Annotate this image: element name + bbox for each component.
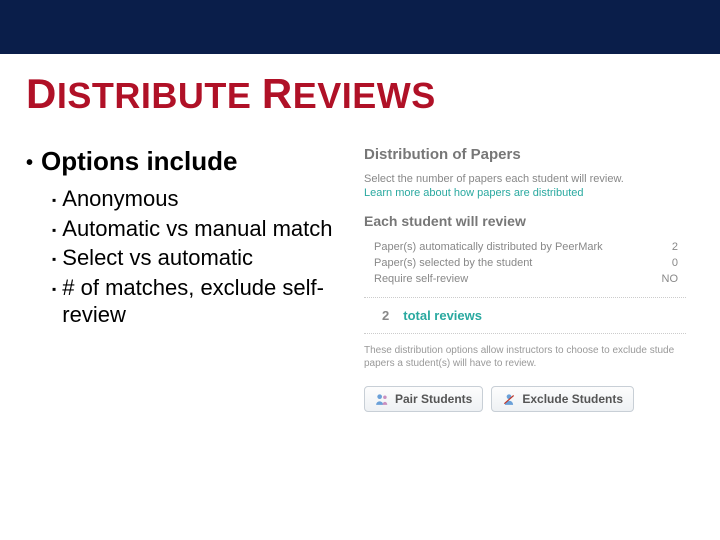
- top-bar: [0, 0, 720, 54]
- panel-learn-more-link[interactable]: Learn more about how papers are distribu…: [364, 187, 686, 199]
- dashed-separator: [364, 333, 686, 334]
- title-istribute: ISTRIBUTE: [57, 75, 252, 116]
- bullet-square-icon: ▪: [52, 193, 56, 213]
- panel-row: Paper(s) automatically distributed by Pe…: [364, 239, 686, 255]
- exclude-button-label: Exclude Students: [522, 392, 623, 406]
- panel-section-heading: Each student will review: [364, 213, 686, 229]
- pair-icon: [375, 392, 389, 406]
- panel-row-label: Paper(s) selected by the student: [374, 257, 532, 269]
- button-row: Pair Students Exclude Students: [364, 386, 686, 412]
- panel-row-value: 0: [672, 257, 686, 269]
- subitem-text: Anonymous: [62, 185, 356, 213]
- title-eviews: EVIEWS: [293, 75, 436, 116]
- slide-title: DISTRIBUTE REVIEWS: [26, 70, 694, 118]
- left-column: • Options include ▪ Anonymous ▪ Automati…: [26, 146, 356, 412]
- total-row: 2 total reviews: [364, 308, 686, 323]
- total-number: 2: [382, 308, 389, 323]
- panel-title: Distribution of Papers: [364, 146, 686, 163]
- exclude-students-button[interactable]: Exclude Students: [491, 386, 634, 412]
- options-sublist: ▪ Anonymous ▪ Automatic vs manual match …: [26, 185, 356, 329]
- total-label: total reviews: [403, 308, 482, 323]
- subitem-text: Automatic vs manual match: [62, 215, 356, 243]
- subitem: ▪ Select vs automatic: [52, 244, 356, 272]
- bullet-square-icon: ▪: [52, 223, 56, 243]
- panel-row: Require self-review NO: [364, 271, 686, 287]
- pair-button-label: Pair Students: [395, 392, 472, 406]
- panel-row-value: 2: [672, 241, 686, 253]
- dashed-separator: [364, 297, 686, 298]
- slide-body: DISTRIBUTE REVIEWS • Options include ▪ A…: [0, 54, 720, 412]
- subitem: ▪ # of matches, exclude self-review: [52, 274, 356, 329]
- pair-students-button[interactable]: Pair Students: [364, 386, 483, 412]
- bullet-square-icon: ▪: [52, 252, 56, 272]
- panel-footnote: These distribution options allow instruc…: [364, 344, 686, 370]
- panel-row-value: NO: [662, 273, 687, 285]
- panel-row: Paper(s) selected by the student 0: [364, 255, 686, 271]
- subitem: ▪ Anonymous: [52, 185, 356, 213]
- title-cap-d: D: [26, 70, 57, 117]
- options-heading: • Options include: [26, 146, 356, 177]
- options-heading-text: Options include: [41, 146, 237, 177]
- subitem-text: # of matches, exclude self-review: [62, 274, 356, 329]
- exclude-icon: [502, 392, 516, 406]
- subitem: ▪ Automatic vs manual match: [52, 215, 356, 243]
- panel-row-label: Require self-review: [374, 273, 468, 285]
- panel-sub: Select the number of papers each student…: [364, 173, 686, 185]
- panel-row-label: Paper(s) automatically distributed by Pe…: [374, 241, 603, 253]
- subitem-text: Select vs automatic: [62, 244, 356, 272]
- right-panel: Distribution of Papers Select the number…: [356, 146, 686, 412]
- bullet-square-icon: ▪: [52, 282, 56, 329]
- bullet-dot-icon: •: [26, 152, 33, 175]
- title-cap-r: R: [262, 70, 293, 117]
